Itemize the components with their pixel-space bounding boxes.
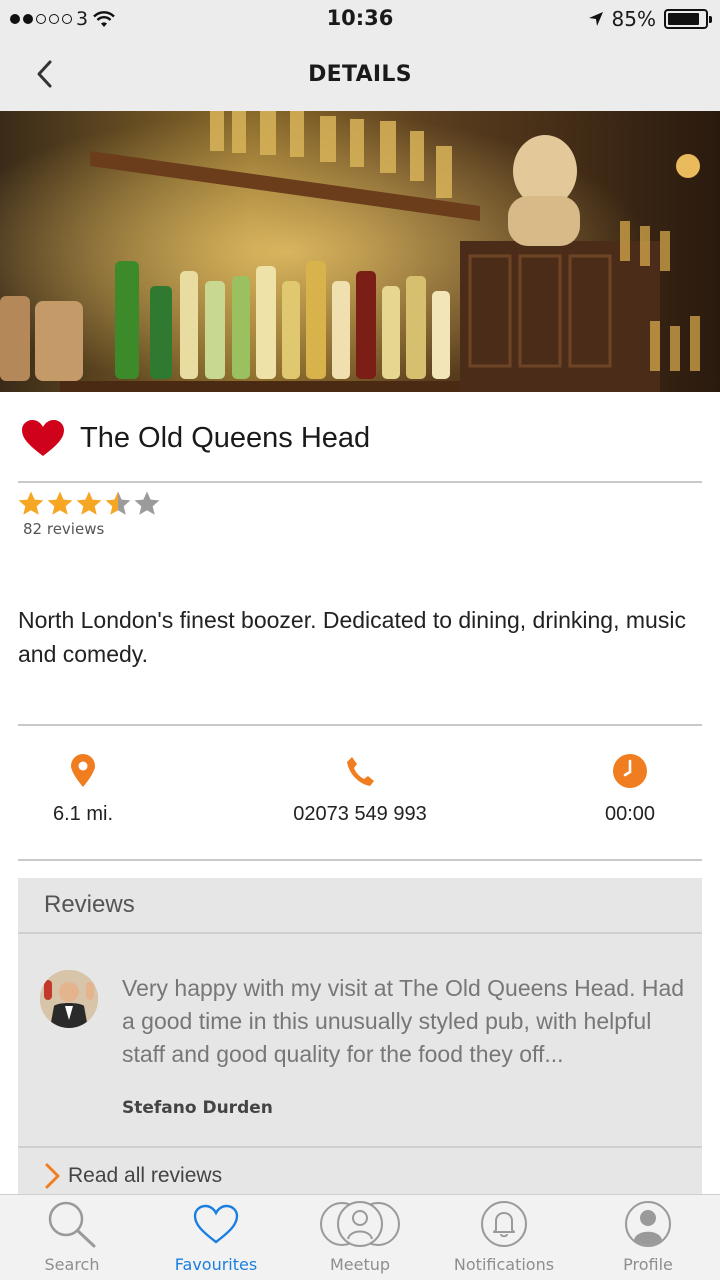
favourite-heart-icon[interactable]: [20, 418, 66, 458]
phone-text: 02073 549 993: [293, 803, 427, 825]
nav-bar: DETAILS: [0, 38, 720, 111]
star-icon: [134, 491, 160, 515]
search-icon: [48, 1201, 96, 1248]
divider: [18, 724, 702, 726]
tab-label: Notifications: [453, 1255, 555, 1274]
bell-icon: [481, 1201, 527, 1247]
review-text: Very happy with my visit at The Old Quee…: [122, 975, 685, 1067]
group-icon: [320, 1201, 400, 1247]
location-pin-icon: [71, 754, 95, 787]
review-author: Stefano Durden: [122, 1098, 273, 1118]
star-icon: [47, 491, 73, 515]
review-item[interactable]: Very happy with my visit at The Old Quee…: [18, 934, 702, 1148]
profile-icon: [625, 1201, 671, 1247]
reviews-card: Reviews Very happy with my visit at The …: [18, 878, 702, 1208]
reviews-header: Reviews: [18, 878, 702, 934]
star-icon: [76, 491, 102, 515]
star-rating: [17, 490, 161, 517]
tab-bar: Search Favourites Meetup Notifications P…: [0, 1194, 720, 1280]
clock-icon: [613, 754, 647, 788]
phone-icon: [347, 757, 374, 786]
distance-item[interactable]: 6.1 mi.: [0, 749, 193, 826]
location-arrow-icon: [588, 12, 603, 26]
tab-label: Favourites: [174, 1255, 258, 1274]
battery-icon: [664, 9, 712, 29]
distance-text: 6.1 mi.: [52, 803, 114, 825]
page-title: DETAILS: [308, 62, 412, 87]
reviewer-avatar: [40, 970, 98, 1028]
tab-notifications[interactable]: Notifications: [432, 1195, 576, 1280]
status-bar: 3 10:36 85%: [0, 0, 720, 38]
reviews-count: 82 reviews: [23, 520, 105, 538]
place-title-row: The Old Queens Head: [20, 412, 702, 464]
status-right: 85%: [588, 7, 712, 31]
tab-label: Profile: [623, 1255, 673, 1274]
chevron-right-icon: [45, 1163, 60, 1189]
star-icon: [105, 491, 131, 515]
tab-profile[interactable]: Profile: [576, 1195, 720, 1280]
tab-search[interactable]: Search: [0, 1195, 144, 1280]
info-row: 6.1 mi. 02073 549 993 00:00: [18, 727, 702, 859]
tab-label: Meetup: [329, 1255, 391, 1274]
venue-photo: [0, 111, 720, 392]
heart-icon: [193, 1204, 239, 1244]
tab-meetup[interactable]: Meetup: [288, 1195, 432, 1280]
battery-percent: 85%: [611, 7, 656, 31]
opening-time-item[interactable]: 00:00: [520, 749, 720, 826]
opening-time-text: 00:00: [604, 803, 656, 825]
place-description: North London's finest boozer. Dedicated …: [18, 607, 686, 667]
tab-label: Search: [44, 1255, 100, 1274]
star-icon: [18, 491, 44, 515]
divider: [18, 859, 702, 861]
phone-item[interactable]: 02073 549 993: [250, 749, 470, 826]
tab-favourites[interactable]: Favourites: [144, 1195, 288, 1280]
read-all-label: Read all reviews: [68, 1164, 223, 1187]
place-name: The Old Queens Head: [80, 421, 371, 454]
divider: [18, 481, 702, 483]
